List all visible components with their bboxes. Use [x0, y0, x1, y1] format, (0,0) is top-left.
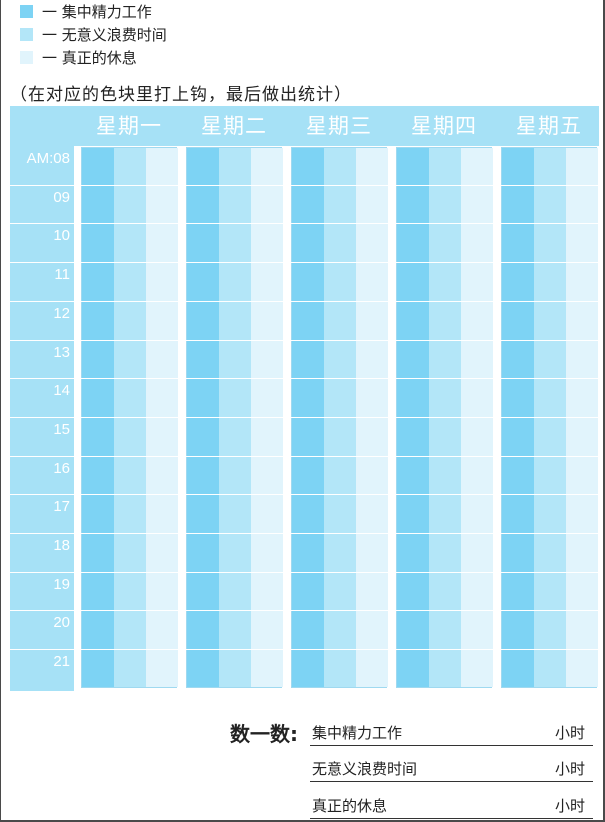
legend-item-real-rest: 一 真正的休息	[20, 46, 167, 69]
time-label: 10	[53, 227, 70, 245]
legend-swatch-wasted	[20, 28, 33, 41]
time-label: 20	[53, 614, 70, 632]
time-label: 14	[53, 382, 70, 400]
row-divider	[10, 416, 599, 418]
summary-row-wasted-time[interactable]: 无意义浪费时间 小时	[310, 759, 593, 782]
legend-item-focused-work: 一 集中精力工作	[20, 0, 167, 23]
summary-label: 真正的休息	[312, 797, 388, 815]
time-label: 16	[53, 459, 70, 477]
day-header: 星期四	[411, 114, 477, 138]
row-divider	[10, 262, 599, 264]
time-label: AM:08	[26, 150, 70, 167]
summary-unit: 小时	[554, 760, 585, 778]
row-divider	[10, 610, 599, 612]
day-header: 星期一	[96, 114, 162, 138]
legend-label: 一 真正的休息	[42, 49, 137, 67]
summary-row-real-rest[interactable]: 真正的休息 小时	[310, 796, 593, 819]
time-label: 11	[54, 266, 70, 284]
instruction-text: （在对应的色块里打上钩，最后做出统计）	[10, 85, 352, 105]
time-label: 13	[53, 343, 70, 361]
row-divider	[10, 339, 599, 341]
day-header: 星期三	[306, 114, 372, 138]
time-label: 09	[53, 188, 70, 206]
time-label: 18	[53, 537, 70, 554]
time-label: 19	[53, 575, 70, 593]
row-divider	[10, 378, 599, 380]
summary-label: 集中精力工作	[312, 724, 403, 742]
legend-item-wasted-time: 一 无意义浪费时间	[20, 23, 167, 46]
row-divider	[10, 571, 599, 573]
summary-row-focused-work[interactable]: 集中精力工作 小时	[310, 723, 593, 746]
legend-label: 一 集中精力工作	[42, 3, 152, 21]
summary-unit: 小时	[554, 724, 585, 742]
summary-unit: 小时	[554, 797, 585, 815]
summary-title: 数一数:	[230, 722, 298, 746]
row-divider	[10, 184, 599, 186]
time-label: 17	[53, 498, 70, 516]
legend-swatch-focused	[20, 5, 33, 18]
legend: 一 集中精力工作 一 无意义浪费时间 一 真正的休息	[20, 0, 167, 69]
row-divider	[10, 533, 599, 534]
row-divider	[10, 649, 599, 651]
row-divider	[10, 455, 599, 457]
row-divider	[10, 494, 599, 496]
legend-swatch-rest	[20, 51, 33, 64]
time-label: 12	[53, 304, 70, 322]
weekly-time-grid: 星期一 星期二 星期三 星期四 星期五 AM:08 09 10 11 12 13 14 15 16 17 18…	[10, 106, 599, 691]
row-divider	[10, 223, 599, 225]
legend-label: 一 无意义浪费时间	[42, 26, 167, 44]
row-divider	[10, 300, 599, 302]
time-label: 15	[53, 420, 70, 438]
day-header: 星期五	[516, 114, 582, 138]
frame-left-border	[0, 0, 1, 822]
time-label: 21	[53, 653, 70, 671]
summary-label: 无意义浪费时间	[312, 760, 418, 778]
day-header: 星期二	[201, 114, 267, 138]
